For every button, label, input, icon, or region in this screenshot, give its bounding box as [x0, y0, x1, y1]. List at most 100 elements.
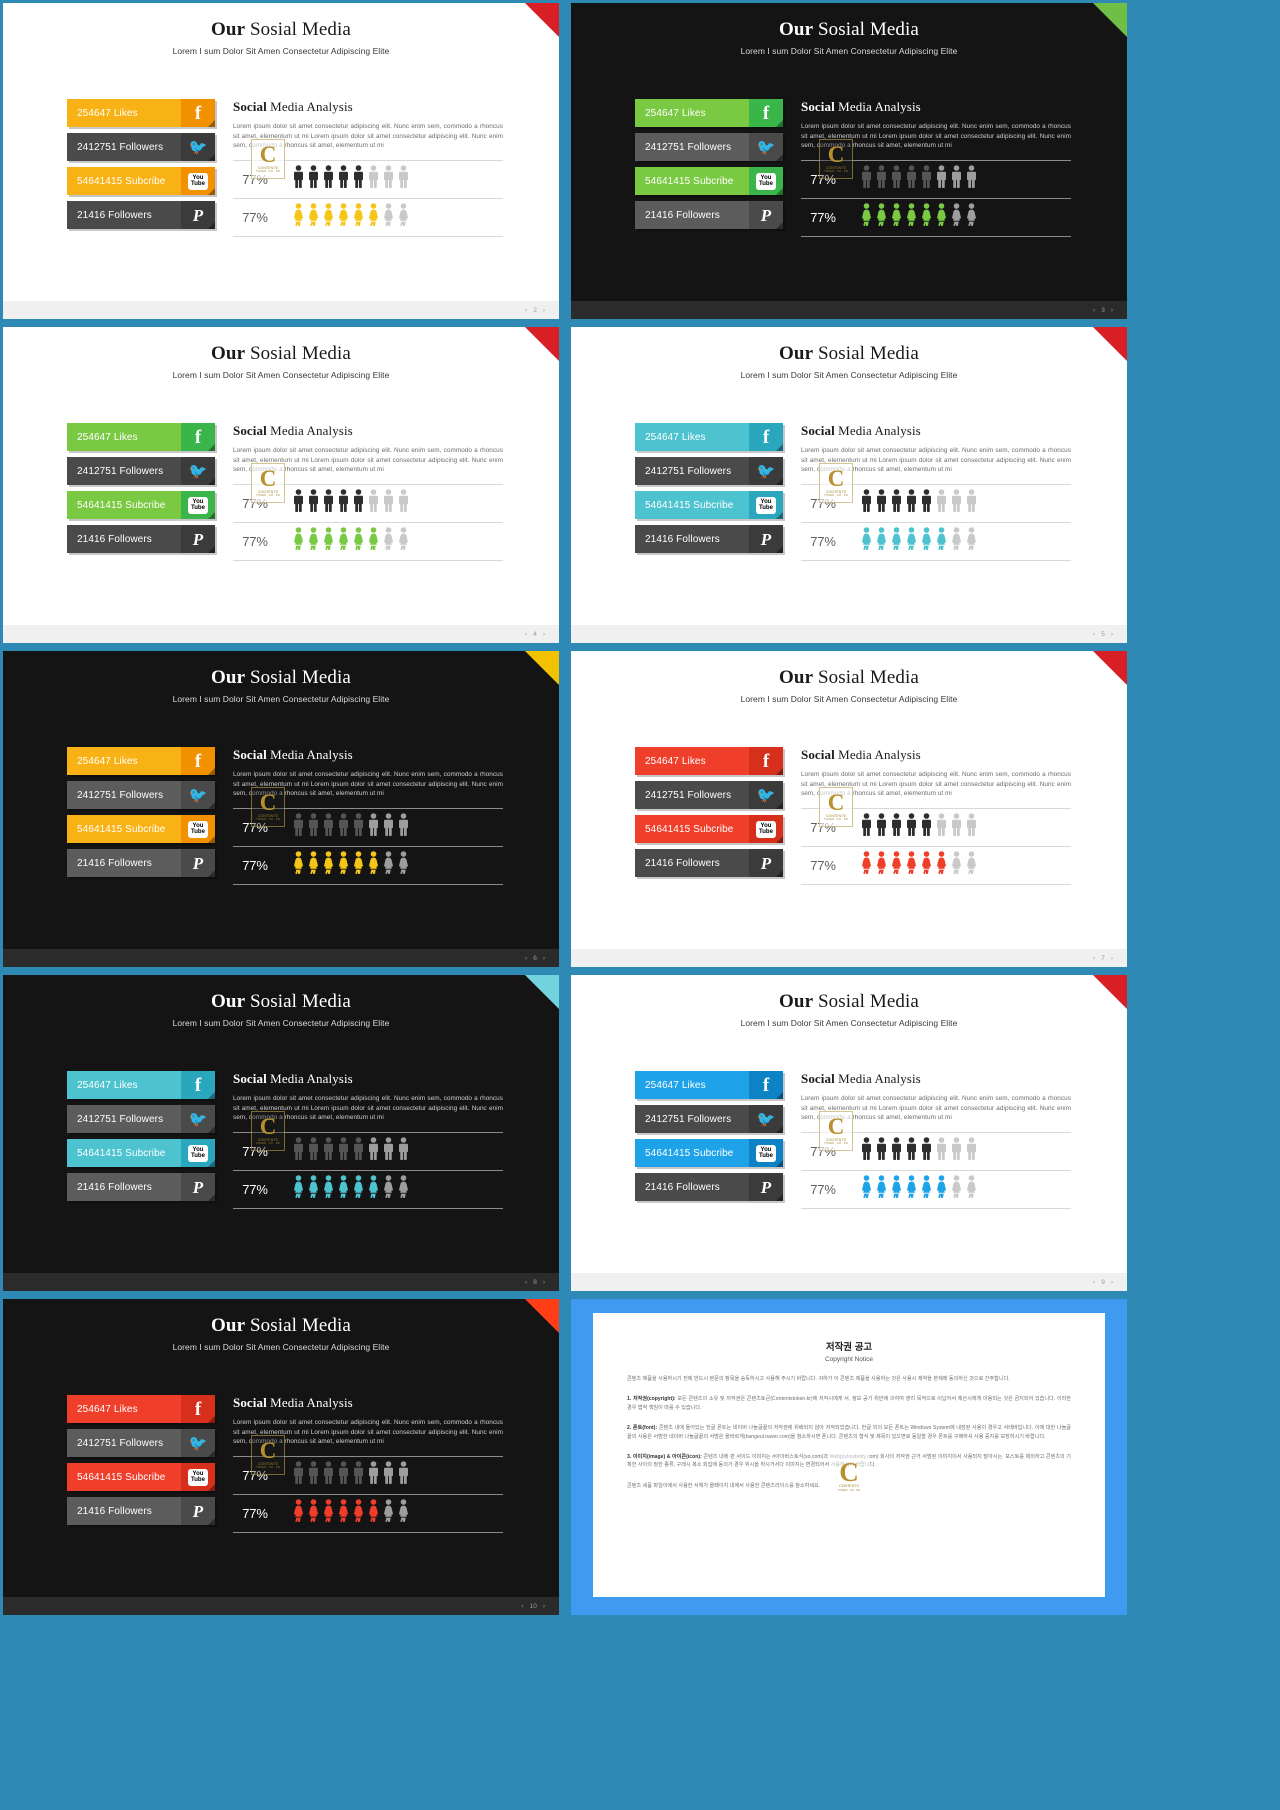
next-arrow-icon[interactable]: ›	[1111, 955, 1113, 962]
next-arrow-icon[interactable]: ›	[1111, 631, 1113, 638]
next-arrow-icon[interactable]: ›	[1111, 1279, 1113, 1286]
stat-bar-label: 254647 Likes	[67, 1071, 181, 1099]
prev-arrow-icon[interactable]: ‹	[525, 1279, 527, 1286]
twitter-icon: 🐦	[756, 1109, 776, 1128]
stat-bar-pinterest[interactable]: 21416 Followers P	[67, 1173, 215, 1201]
female-figure-icon	[399, 1499, 408, 1523]
stat-bar-icon: f	[181, 423, 215, 451]
slide-8[interactable]: Our Sosial Media Lorem I sum Dolor Sit Am…	[3, 975, 559, 1291]
stat-percent: 77%	[242, 495, 268, 511]
stat-bar-facebook[interactable]: 254647 Likes f	[635, 99, 783, 127]
female-figure-icon	[937, 851, 946, 875]
prev-arrow-icon[interactable]: ‹	[525, 307, 527, 314]
figure-icon	[951, 165, 962, 193]
slide-7[interactable]: Our Sosial Media Lorem I sum Dolor Sit Am…	[571, 651, 1127, 967]
stat-bar-icon: 🐦	[181, 1105, 215, 1133]
stat-row: 77%	[801, 809, 1071, 846]
stat-bar-youtube[interactable]: 54641415 Subcribe You Tube	[635, 815, 783, 843]
stat-bar-facebook[interactable]: 254647 Likes f	[67, 1395, 215, 1423]
stat-bar-youtube[interactable]: 54641415 Subcribe You Tube	[635, 1139, 783, 1167]
male-figure-icon	[907, 165, 916, 189]
prev-arrow-icon[interactable]: ‹	[525, 631, 527, 638]
prev-arrow-icon[interactable]: ‹	[521, 1603, 523, 1610]
slide-2[interactable]: Our Sosial Media Lorem I sum Dolor Sit Am…	[3, 3, 559, 319]
slide-3[interactable]: Our Sosial Media Lorem I sum Dolor Sit Am…	[571, 3, 1127, 319]
stat-bar-facebook[interactable]: 254647 Likes f	[67, 747, 215, 775]
stat-bar-pinterest[interactable]: 21416 Followers P	[67, 1497, 215, 1525]
stat-bar-youtube[interactable]: 54641415 Subcribe You Tube	[67, 491, 215, 519]
stat-bar-pinterest[interactable]: 21416 Followers P	[67, 849, 215, 877]
stat-bar-youtube[interactable]: 54641415 Subcribe You Tube	[67, 167, 215, 195]
prev-arrow-icon[interactable]: ‹	[1093, 631, 1095, 638]
slide-footer: ‹ 10 ›	[3, 1597, 559, 1615]
stat-bar-label: 21416 Followers	[635, 525, 749, 553]
stat-bar-facebook[interactable]: 254647 Likes f	[67, 99, 215, 127]
social-stat-bars: 254647 Likes f 2412751 Followers 🐦 54641415 …	[67, 1395, 215, 1533]
figure-icon	[876, 489, 887, 517]
stat-bar-label: 54641415 Subcribe	[67, 1139, 181, 1167]
figure-icon	[861, 1137, 872, 1165]
stat-bar-twitter[interactable]: 2412751 Followers 🐦	[67, 1105, 215, 1133]
stat-bar-youtube[interactable]: 54641415 Subcribe You Tube	[67, 1463, 215, 1491]
stat-bar-twitter[interactable]: 2412751 Followers 🐦	[67, 133, 215, 161]
stat-bar-pinterest[interactable]: 21416 Followers P	[635, 849, 783, 877]
next-arrow-icon[interactable]: ›	[543, 1279, 545, 1286]
stat-bar-facebook[interactable]: 254647 Likes f	[635, 747, 783, 775]
next-arrow-icon[interactable]: ›	[543, 307, 545, 314]
stat-bar-pinterest[interactable]: 21416 Followers P	[635, 201, 783, 229]
prev-arrow-icon[interactable]: ‹	[1093, 307, 1095, 314]
slide-copyright-notice[interactable]: 저작권 공고 Copyright Notice 콘텐츠 제품을 사용하시기 전에 반…	[571, 1299, 1127, 1615]
page-title: Our Sosial Media	[779, 667, 919, 688]
stat-bar-twitter[interactable]: 2412751 Followers 🐦	[67, 781, 215, 809]
stat-bar-twitter[interactable]: 2412751 Followers 🐦	[635, 781, 783, 809]
prev-arrow-icon[interactable]: ‹	[1093, 955, 1095, 962]
slide-footer: ‹ 3 ›	[571, 301, 1127, 319]
figure-icon	[906, 203, 917, 231]
stat-bar-icon: P	[749, 525, 783, 553]
next-arrow-icon[interactable]: ›	[543, 1603, 545, 1610]
next-arrow-icon[interactable]: ›	[543, 955, 545, 962]
slide-4[interactable]: Our Sosial Media Lorem I sum Dolor Sit Am…	[3, 327, 559, 643]
male-figure-icon	[324, 165, 333, 189]
next-arrow-icon[interactable]: ›	[543, 631, 545, 638]
next-arrow-icon[interactable]: ›	[1111, 307, 1113, 314]
stat-bar-facebook[interactable]: 254647 Likes f	[635, 1071, 783, 1099]
figure-icon	[368, 1175, 379, 1203]
stat-bar-icon: f	[181, 1071, 215, 1099]
stat-bar-youtube[interactable]: 54641415 Subcribe You Tube	[67, 815, 215, 843]
slide-6[interactable]: Our Sosial Media Lorem I sum Dolor Sit Am…	[3, 651, 559, 967]
analysis-panel: Social Media Analysis Lorem ipsum dolor s…	[783, 1071, 1127, 1209]
prev-arrow-icon[interactable]: ‹	[525, 955, 527, 962]
stat-bar-label: 2412751 Followers	[67, 1105, 181, 1133]
stat-bar-pinterest[interactable]: 21416 Followers P	[67, 201, 215, 229]
stat-bar-twitter[interactable]: 2412751 Followers 🐦	[635, 133, 783, 161]
female-figure-icon	[369, 527, 378, 551]
slide-5[interactable]: Our Sosial Media Lorem I sum Dolor Sit Am…	[571, 327, 1127, 643]
stat-bar-facebook[interactable]: 254647 Likes f	[635, 423, 783, 451]
stat-percent: 77%	[242, 1181, 268, 1197]
male-figure-icon	[324, 489, 333, 513]
stat-bar-facebook[interactable]: 254647 Likes f	[67, 1071, 215, 1099]
stat-bar-pinterest[interactable]: 21416 Followers P	[635, 525, 783, 553]
stat-bar-twitter[interactable]: 2412751 Followers 🐦	[635, 457, 783, 485]
figure-icon	[383, 489, 394, 517]
figure-icon	[323, 489, 334, 517]
page-title: Our Sosial Media	[211, 343, 351, 364]
page-subtitle: Lorem I sum Dolor Sit Amen Consectetur A…	[740, 46, 958, 56]
stat-bar-twitter[interactable]: 2412751 Followers 🐦	[635, 1105, 783, 1133]
prev-arrow-icon[interactable]: ‹	[1093, 1279, 1095, 1286]
figure-icon	[338, 1175, 349, 1203]
female-figure-icon	[862, 851, 871, 875]
stat-bar-youtube[interactable]: 54641415 Subcribe You Tube	[67, 1139, 215, 1167]
stat-bar-youtube[interactable]: 54641415 Subcribe You Tube	[635, 167, 783, 195]
stat-bar-twitter[interactable]: 2412751 Followers 🐦	[67, 457, 215, 485]
male-figure-icon	[309, 813, 318, 837]
stat-bar-facebook[interactable]: 254647 Likes f	[67, 423, 215, 451]
stat-bar-twitter[interactable]: 2412751 Followers 🐦	[67, 1429, 215, 1457]
slide-10[interactable]: Our Sosial Media Lorem I sum Dolor Sit Am…	[3, 1299, 559, 1615]
slide-9[interactable]: Our Sosial Media Lorem I sum Dolor Sit Am…	[571, 975, 1127, 1291]
stat-bar-pinterest[interactable]: 21416 Followers P	[67, 525, 215, 553]
slide-body: 254647 Likes f 2412751 Followers 🐦 54641415 …	[3, 1071, 559, 1209]
stat-bar-youtube[interactable]: 54641415 Subcribe You Tube	[635, 491, 783, 519]
stat-bar-pinterest[interactable]: 21416 Followers P	[635, 1173, 783, 1201]
